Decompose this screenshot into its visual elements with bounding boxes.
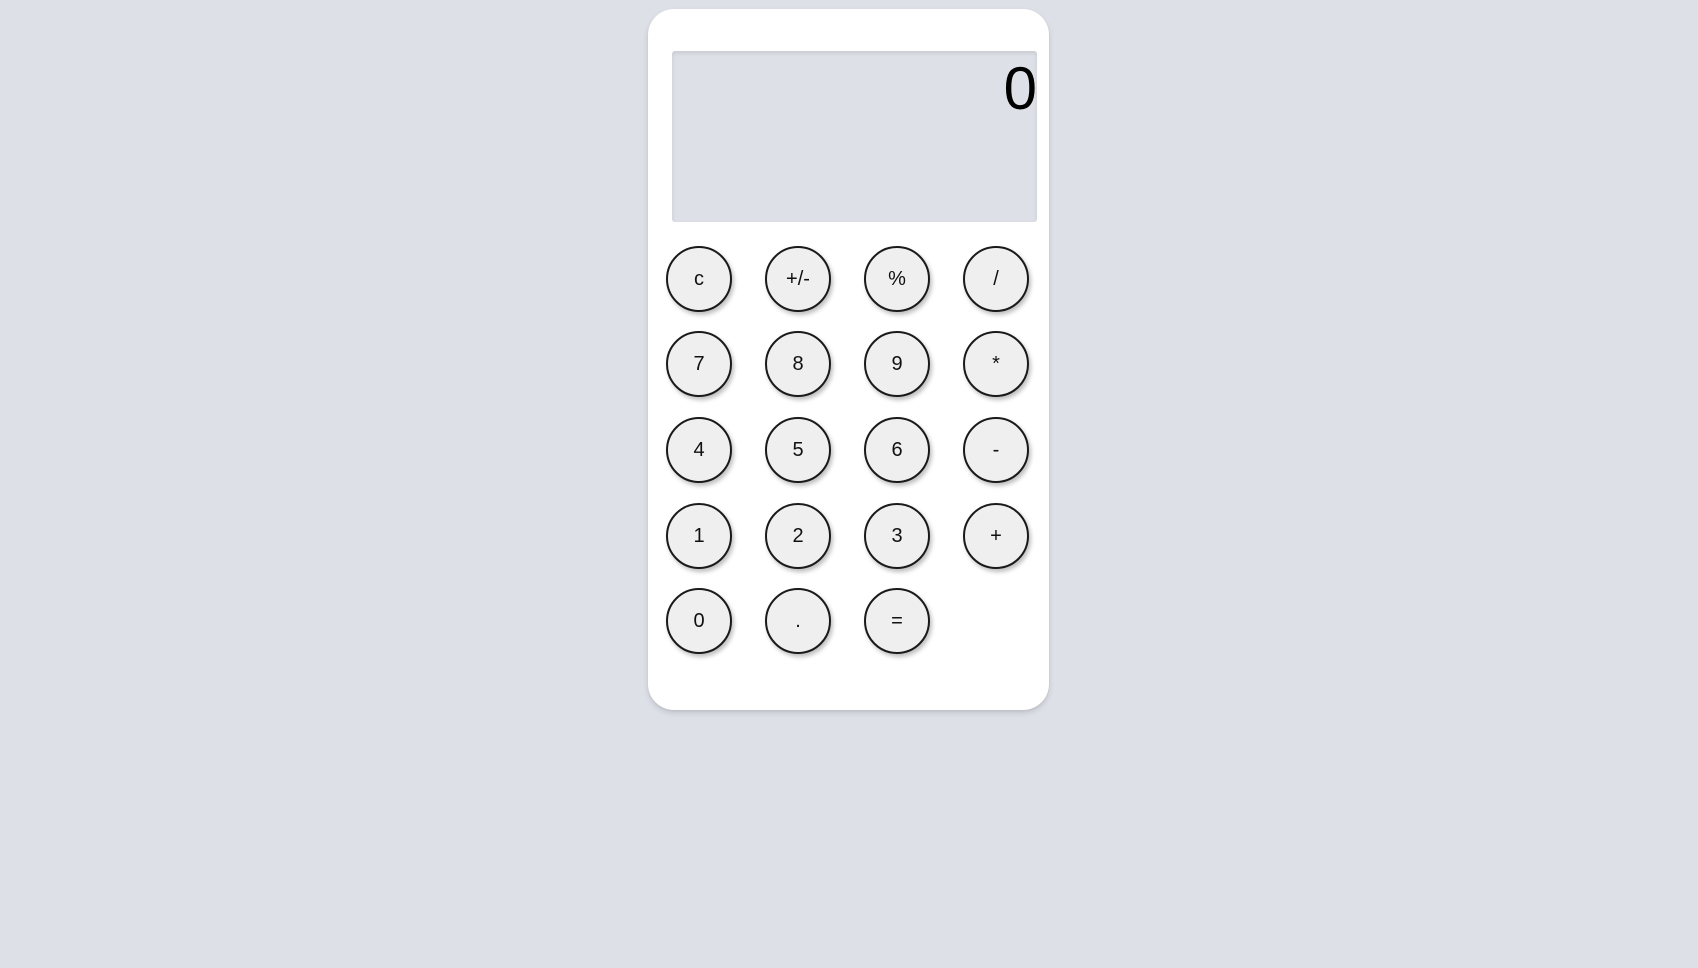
equals-label: = [891, 609, 903, 632]
sign-toggle-button[interactable]: +/- [765, 246, 831, 312]
decimal-point-label: . [795, 609, 801, 632]
digit-9-label: 9 [891, 352, 903, 375]
digit-7-button[interactable]: 7 [666, 331, 732, 397]
digit-5-button[interactable]: 5 [765, 417, 831, 483]
divide-label: / [993, 267, 999, 290]
digit-0-label: 0 [693, 609, 705, 632]
digit-4-button[interactable]: 4 [666, 417, 732, 483]
digit-8-label: 8 [792, 352, 804, 375]
percent-button[interactable]: % [864, 246, 930, 312]
digit-6-button[interactable]: 6 [864, 417, 930, 483]
multiply-button[interactable]: * [963, 331, 1029, 397]
clear-button[interactable]: c [666, 246, 732, 312]
digit-9-button[interactable]: 9 [864, 331, 930, 397]
digit-1-button[interactable]: 1 [666, 503, 732, 569]
calculator: 0 c +/- % / 7 8 9 * 4 5 6 - 1 2 3 + 0 . … [648, 9, 1049, 710]
add-button[interactable]: + [963, 503, 1029, 569]
percent-label: % [888, 267, 906, 290]
digit-4-label: 4 [693, 438, 705, 461]
digit-0-button[interactable]: 0 [666, 588, 732, 654]
digit-5-label: 5 [792, 438, 804, 461]
multiply-label: * [992, 352, 1000, 375]
clear-label: c [694, 267, 704, 290]
digit-8-button[interactable]: 8 [765, 331, 831, 397]
calculator-display: 0 [672, 51, 1037, 222]
equals-button[interactable]: = [864, 588, 930, 654]
add-label: + [990, 524, 1002, 547]
sign-toggle-label: +/- [786, 267, 810, 290]
digit-1-label: 1 [693, 524, 705, 547]
digit-2-label: 2 [792, 524, 804, 547]
digit-7-label: 7 [693, 352, 705, 375]
subtract-label: - [992, 438, 1000, 461]
divide-button[interactable]: / [963, 246, 1029, 312]
digit-2-button[interactable]: 2 [765, 503, 831, 569]
decimal-point-button[interactable]: . [765, 588, 831, 654]
display-value: 0 [1003, 55, 1037, 122]
digit-6-label: 6 [891, 438, 903, 461]
digit-3-button[interactable]: 3 [864, 503, 930, 569]
subtract-button[interactable]: - [963, 417, 1029, 483]
digit-3-label: 3 [891, 524, 903, 547]
